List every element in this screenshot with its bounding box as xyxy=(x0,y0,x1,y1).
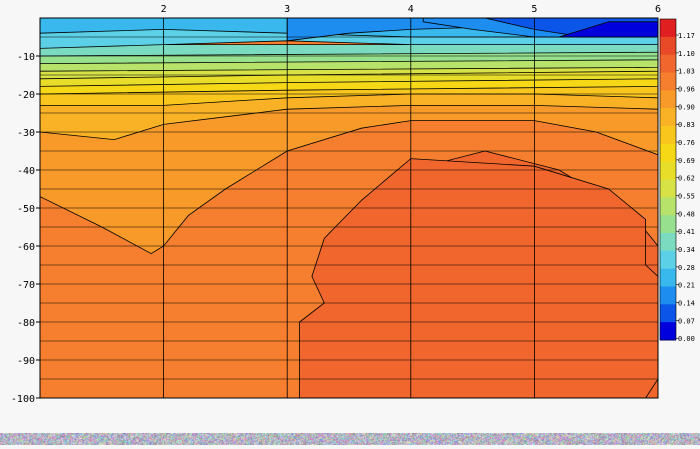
colorbar-swatch xyxy=(660,269,676,287)
y-tick-label: -100 xyxy=(11,394,35,405)
colorbar-swatch xyxy=(660,197,676,215)
x-tick-label: 5 xyxy=(531,4,537,15)
colorbar-swatch xyxy=(660,215,676,233)
contour-chart: 2 3 4 5 6 -10 -20 -30 -40 -50 -60 -70 -80 -90 -100 1.17… xyxy=(0,0,700,445)
colorbar-label: 0.90 xyxy=(678,103,695,111)
x-tick-label: 3 xyxy=(284,4,290,15)
colorbar-label: 1.17 xyxy=(678,32,695,40)
y-tick-label: -30 xyxy=(17,128,35,139)
colorbar-label: 0.55 xyxy=(678,193,695,201)
y-tick-label: -50 xyxy=(17,204,35,215)
colorbar-label: 0.07 xyxy=(678,317,695,325)
colorbar-swatch xyxy=(660,19,676,37)
y-tick-label: -40 xyxy=(17,166,35,177)
colorbar-swatch xyxy=(660,162,676,180)
colorbar-swatch xyxy=(660,322,676,340)
colorbar-swatch xyxy=(660,37,676,55)
colorbar-swatch xyxy=(660,55,676,73)
colorbar-label: 0.34 xyxy=(678,246,695,254)
colorbar-label: 0.41 xyxy=(678,228,695,236)
colorbar-label: 0.76 xyxy=(678,139,695,147)
colorbar-swatch xyxy=(660,144,676,162)
colorbar-swatch xyxy=(660,126,676,144)
colorbar-label: 0.69 xyxy=(678,157,695,165)
colorbar-label: 0.21 xyxy=(678,282,695,290)
colorbar-swatch xyxy=(660,108,676,126)
y-tick-label: -80 xyxy=(17,318,35,329)
colorbar-label: 1.10 xyxy=(678,50,695,58)
colorbar-label: 0.28 xyxy=(678,264,695,272)
y-tick-label: -20 xyxy=(17,90,35,101)
colorbar-swatch xyxy=(660,304,676,322)
colorbar-label: 0.83 xyxy=(678,121,695,129)
x-tick-label: 6 xyxy=(655,4,661,15)
colorbar-label: 0.62 xyxy=(678,175,695,183)
y-tick-label: -10 xyxy=(17,52,35,63)
y-tick-label: -90 xyxy=(17,356,35,367)
colorbar-swatch xyxy=(660,73,676,91)
colorbar-label: 0.96 xyxy=(678,86,695,94)
colorbar-swatch xyxy=(660,233,676,251)
y-tick-label: -70 xyxy=(17,280,35,291)
colorbar-label: 0.14 xyxy=(678,300,695,308)
colorbar-label: 1.03 xyxy=(678,68,695,76)
y-tick-label: -60 xyxy=(17,242,35,253)
noise-strip xyxy=(0,433,700,445)
colorbar-label: 0.00 xyxy=(678,335,695,343)
colorbar-swatch xyxy=(660,287,676,305)
colorbar-swatch xyxy=(660,180,676,198)
colorbar-label: 0.48 xyxy=(678,210,695,218)
colorbar-swatch xyxy=(660,90,676,108)
colorbar-swatch xyxy=(660,251,676,269)
x-tick-label: 4 xyxy=(408,4,414,15)
contour-plot-figure: 2 3 4 5 6 -10 -20 -30 -40 -50 -60 -70 -80 -90 -100 1.17… xyxy=(0,0,700,445)
x-tick-label: 2 xyxy=(161,4,167,15)
